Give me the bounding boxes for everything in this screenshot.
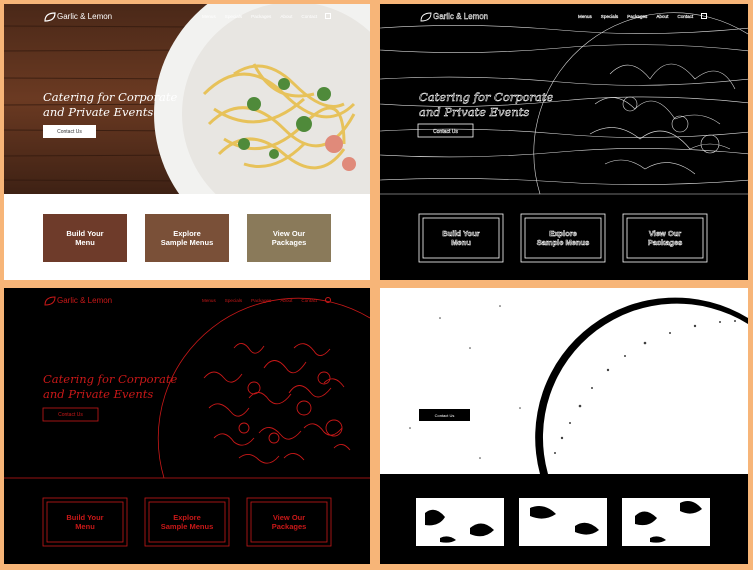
sample-menus-card[interactable]: Explore Sample Menus xyxy=(145,214,229,262)
nav-contact[interactable]: Contact xyxy=(677,14,693,19)
nav-about[interactable]: About xyxy=(280,14,292,19)
contact-us-button[interactable]: Contact Us xyxy=(43,408,98,421)
panel-threshold: Garlic & Lemon Contact Us xyxy=(380,288,748,564)
panel-edges-white: Garlic & Lemon Menus Specials Packages A… xyxy=(380,4,748,280)
nav-specials[interactable]: Specials xyxy=(225,14,242,19)
instagram-icon[interactable] xyxy=(701,13,707,19)
logo-icon xyxy=(420,12,432,22)
brand-name[interactable]: Garlic & Lemon xyxy=(433,296,488,305)
logo-icon xyxy=(44,296,56,306)
main-nav: Menus Specials Packages About Contact xyxy=(202,298,317,303)
hero-title: Catering for Corporate and Private Events xyxy=(43,90,178,119)
nav-about[interactable]: About xyxy=(656,14,668,19)
build-menu-card[interactable]: Build Your Menu xyxy=(43,498,127,546)
instagram-icon[interactable] xyxy=(325,13,331,19)
build-menu-card[interactable]: Build Your Menu xyxy=(419,214,503,262)
contact-us-button[interactable]: Contact Us xyxy=(43,125,96,138)
instagram-icon[interactable] xyxy=(325,297,331,303)
packages-card[interactable]: View Our Packages xyxy=(623,214,707,262)
packages-card[interactable]: View Our Packages xyxy=(247,214,331,262)
panel-edges-red: Garlic & Lemon Menus Specials Packages A… xyxy=(4,288,370,564)
nav-packages[interactable]: Packages xyxy=(251,14,271,19)
nav-about[interactable]: About xyxy=(280,298,292,303)
nav-contact[interactable]: Contact xyxy=(301,298,317,303)
main-nav: Menus Specials Packages About Contact xyxy=(202,14,317,19)
panel-original: Garlic & Lemon Menus Specials Packages A… xyxy=(4,4,370,280)
nav-menus[interactable]: Menus xyxy=(202,14,216,19)
nav-menus[interactable]: Menus xyxy=(202,298,216,303)
contact-us-button[interactable]: Contact Us xyxy=(419,409,470,421)
packages-card[interactable]: View Our Packages xyxy=(247,498,331,546)
sample-menus-card[interactable]: Explore Sample Menus xyxy=(145,498,229,546)
nav-contact[interactable]: Contact xyxy=(301,14,317,19)
nav-specials[interactable]: Specials xyxy=(601,14,619,19)
hero-title: Catering for Corporate and Private Events xyxy=(419,90,554,120)
brand-name[interactable]: Garlic & Lemon xyxy=(433,12,489,21)
nav-packages[interactable]: Packages xyxy=(251,298,271,303)
brand-name[interactable]: Garlic & Lemon xyxy=(57,296,112,305)
logo-icon xyxy=(44,12,56,22)
sample-menus-card[interactable]: Explore Sample Menus xyxy=(521,214,605,262)
build-menu-card[interactable]: Build Your Menu xyxy=(43,214,127,262)
brand-name[interactable]: Garlic & Lemon xyxy=(57,12,112,21)
main-nav: Menus Specials Packages About Contact xyxy=(578,14,694,19)
nav-menus[interactable]: Menus xyxy=(578,14,592,19)
threshold-overlay xyxy=(380,297,748,564)
nav-specials[interactable]: Specials xyxy=(225,298,242,303)
hero-title: Catering for Corporate and Private Events xyxy=(43,372,178,401)
contact-us-button[interactable]: Contact Us xyxy=(419,125,472,138)
nav-packages[interactable]: Packages xyxy=(627,14,647,19)
